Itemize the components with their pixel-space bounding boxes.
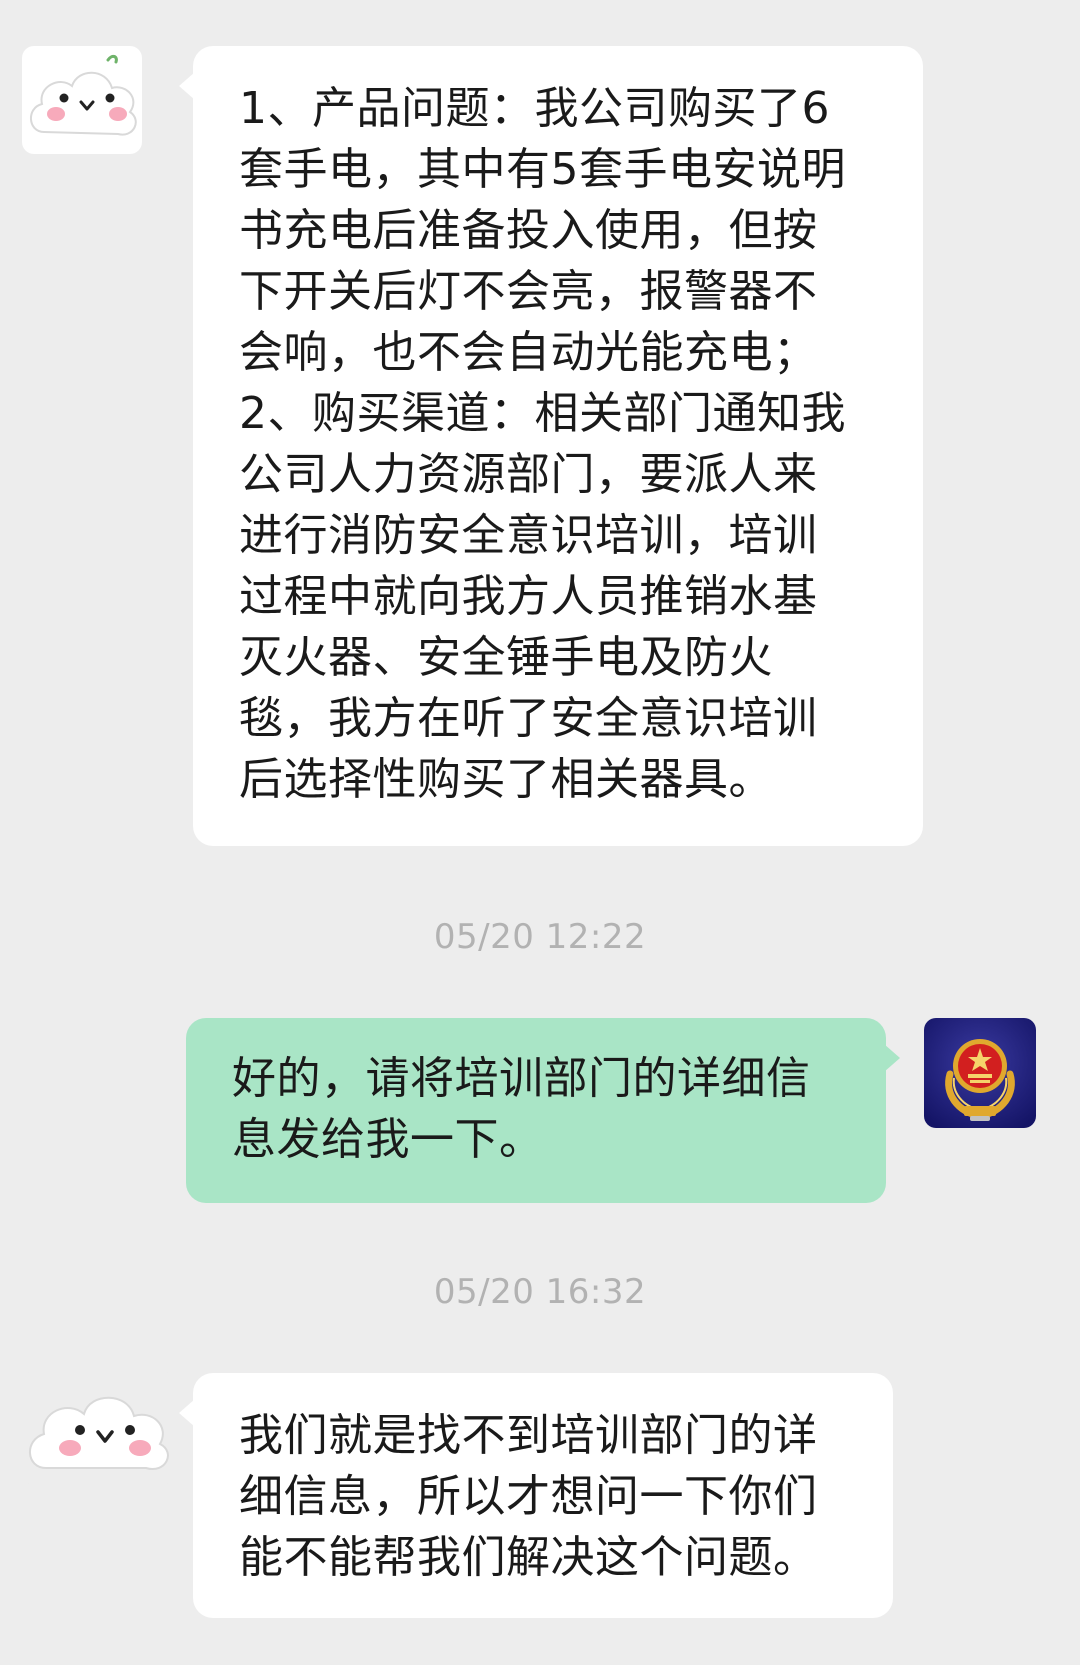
message-timestamp: 05/20 12:22 xyxy=(433,917,647,957)
message-line: 息发给我一下。 xyxy=(232,1114,544,1165)
bubble-tail xyxy=(179,1399,195,1427)
message-bubble-received[interactable]: 1、产品问题：我公司购买了6 套手电，其中有5套手电安说明 书充电后准备投入使用… xyxy=(179,46,923,846)
bubble-tail xyxy=(884,1044,900,1072)
user-avatar[interactable] xyxy=(18,1372,178,1484)
user-avatar[interactable] xyxy=(22,46,142,154)
message-line: 好的，请将培训部门的详细信 xyxy=(232,1053,811,1104)
message-line: 后选择性购买了相关器具。 xyxy=(239,754,773,805)
message-timestamp: 05/20 16:32 xyxy=(433,1272,647,1312)
message-line: 进行消防安全意识培训，培训 xyxy=(239,510,818,561)
message-line: 书充电后准备投入使用，但按 xyxy=(239,205,818,256)
bubble-tail xyxy=(179,72,195,100)
message-line: 细信息，所以才想问一下你们 xyxy=(239,1471,818,1522)
message-line: 套手电，其中有5套手电安说明 xyxy=(239,144,846,195)
message-line: 下开关后灯不会亮，报警器不 xyxy=(239,266,818,317)
cloud-face-icon xyxy=(18,1372,178,1484)
message-line: 会响，也不会自动光能充电； xyxy=(239,327,818,378)
message-line: 1、产品问题：我公司购买了6 xyxy=(239,83,830,134)
official-avatar[interactable] xyxy=(924,1018,1036,1128)
message-line: 我们就是找不到培训部门的详 xyxy=(239,1410,818,1461)
cloud-face-icon xyxy=(22,46,142,154)
message-bubble-received[interactable]: 我们就是找不到培训部门的详 细信息，所以才想问一下你们 能不能帮我们解决这个问题… xyxy=(179,1373,893,1618)
message-line: 毯，我方在听了安全意识培训 xyxy=(239,693,818,744)
message-line: 过程中就向我方人员推销水基 xyxy=(239,571,818,622)
message-line: 公司人力资源部门，要派人来 xyxy=(239,449,818,500)
message-line: 灭火器、安全锤手电及防火 xyxy=(239,632,773,683)
fire-rescue-emblem-icon xyxy=(924,1018,1036,1128)
message-bubble-sent[interactable]: 好的，请将培训部门的详细信 息发给我一下。 xyxy=(186,1018,900,1203)
message-line: 2、购买渠道：相关部门通知我 xyxy=(239,388,846,439)
message-line: 能不能帮我们解决这个问题。 xyxy=(239,1532,818,1583)
